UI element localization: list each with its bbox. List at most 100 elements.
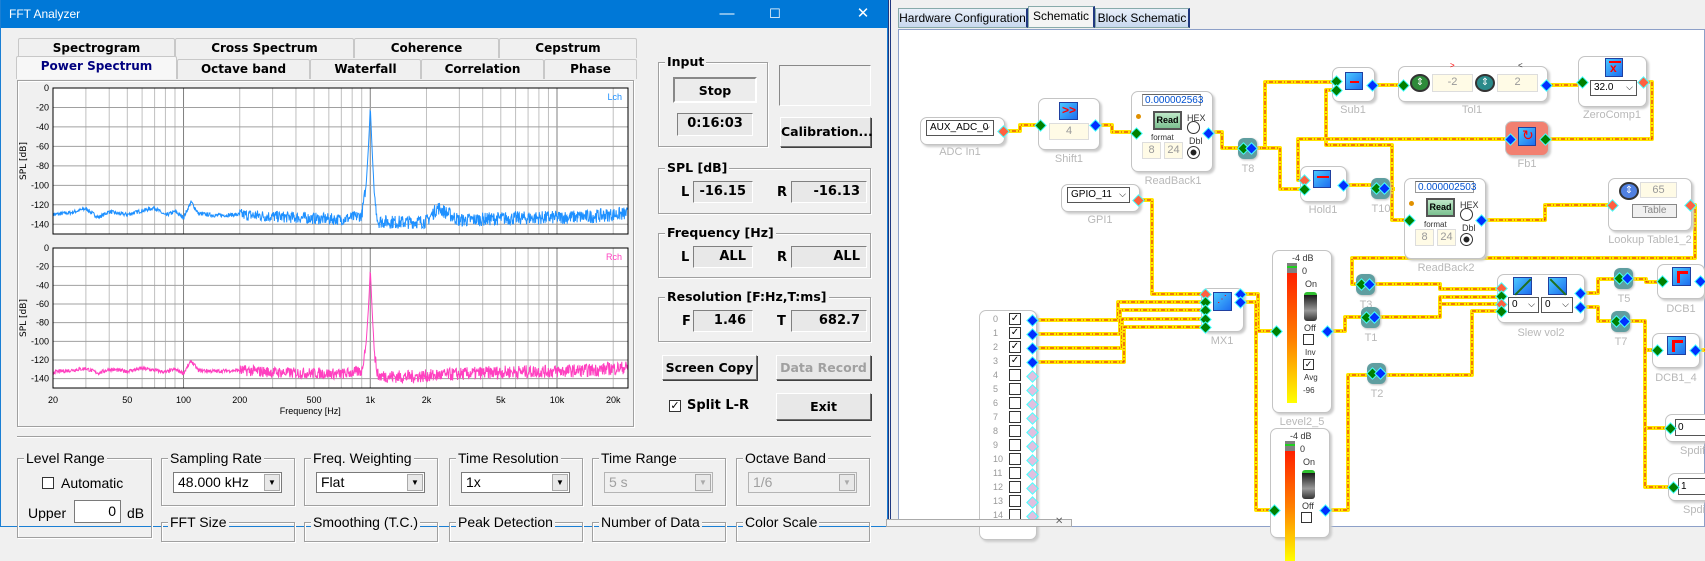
block-label: Lookup Table1_2 [1600,234,1700,246]
exit-button[interactable]: Exit [776,393,871,420]
maximize-button[interactable]: ☐ [753,0,797,28]
dropdown-4[interactable]: 1/6▼ [748,472,857,493]
tab-block-schematic[interactable]: Block Schematic [1095,8,1190,28]
tab-coherence[interactable]: Coherence [354,38,499,58]
on-off-toggle[interactable] [1304,292,1317,321]
hex-radio[interactable] [1460,208,1473,221]
gpio-dropdown[interactable]: GPIO_11⌵ [1067,187,1130,203]
tab-phase[interactable]: Phase [544,59,637,79]
minimize-button[interactable]: — [705,0,749,28]
close-button[interactable]: ✕ [841,0,885,28]
tab-cepstrum[interactable]: Cepstrum [499,38,637,58]
channel-number: 12 [993,482,1003,492]
lookup-index[interactable]: 65 [1640,182,1677,198]
read-button[interactable]: Read [1153,111,1182,130]
res-t-label: T [777,314,786,329]
group-title: Time Range [599,450,679,466]
tab-waterfall[interactable]: Waterfall [310,59,421,79]
stop-button[interactable]: Stop [673,77,757,103]
format-int-bits[interactable]: 8 [1415,229,1434,246]
dropdown-2[interactable]: 1x▼ [461,472,570,493]
x-tick-label: 2k [422,395,432,405]
channel-checkbox[interactable] [1009,467,1021,479]
group-title: Color Scale [743,514,819,530]
channel-checkbox[interactable] [1009,411,1021,423]
channel-checkbox[interactable] [1009,439,1021,451]
data-record-button[interactable]: Data Record [776,355,871,380]
tab-spectrogram[interactable]: Spectrogram [18,38,175,58]
invert-checkbox[interactable] [1301,512,1312,523]
channel-list-block[interactable] [979,310,1037,540]
tab-power-spectrum[interactable]: Power Spectrum [16,56,177,79]
tolerance-high[interactable]: 2 [1497,74,1538,92]
channel-checkbox[interactable] [1009,495,1021,507]
chevron-down-icon: ⌵ [1528,297,1535,311]
tab-cross-spectrum[interactable]: Cross Spectrum [175,38,354,58]
tolerance-low[interactable]: -2 [1432,74,1473,92]
high-knob-icon[interactable]: ⇕ [1475,74,1495,92]
channel-checkbox[interactable]: ✓ [1009,313,1021,325]
dc-block-icon [1672,267,1691,286]
tab-hardware-configuration[interactable]: Hardware Configuration [898,8,1028,28]
spl-l-value: -16.15 [693,181,753,203]
channel-checkbox[interactable] [1009,425,1021,437]
tab-octave-band[interactable]: Octave band [177,59,310,79]
res-f-label: F [682,314,691,329]
channel-checkbox[interactable] [1009,369,1021,381]
dropdown-value: AUX_ADC_0 [930,122,988,133]
upper-level-input[interactable]: 0 [74,500,121,523]
invert-checkbox[interactable] [1303,334,1314,345]
dropdown-value: 1x [466,474,481,490]
channel-checkbox[interactable] [1009,383,1021,395]
automatic-checkbox[interactable] [42,477,54,489]
group-title: FFT Size [168,514,229,530]
table-button[interactable]: Table [1632,204,1677,218]
off-label: Off [1304,323,1316,333]
channel-number: 6 [993,398,998,408]
format-int-bits[interactable]: 8 [1142,142,1161,159]
adc-source-dropdown[interactable]: AUX_ADC_0⌵ [926,120,994,136]
popup-close-icon[interactable]: ✕ [1055,516,1063,527]
tab-schematic[interactable]: Schematic [1028,6,1095,28]
dbl-radio[interactable] [1460,233,1473,246]
format-frac-bits[interactable]: 24 [1437,229,1456,246]
low-knob-icon[interactable]: ⇕ [1410,74,1430,92]
channel-checkbox[interactable]: ✓ [1009,341,1021,353]
upper-unit: dB [127,505,144,521]
channel-checkbox[interactable] [1009,453,1021,465]
channel-number: 0 [993,314,998,324]
x-tick-label: 10k [550,395,565,405]
channel-checkbox[interactable]: ✓ [1009,355,1021,367]
channel-checkbox[interactable] [1009,481,1021,493]
slew-dropdown-a[interactable]: 0⌵ [1508,297,1539,313]
split-lr-checkbox[interactable]: ✓ [669,400,681,412]
slew-dropdown-b[interactable]: 0⌵ [1541,297,1573,313]
level-meter-bar [1287,263,1297,403]
block-label: Shift1 [1019,153,1119,165]
dropdown-3[interactable]: 5 s▼ [604,472,713,493]
y-tick-label: -40 [36,122,49,132]
frequency-title: Frequency [Hz] [665,225,776,240]
dropdown-1[interactable]: Flat▼ [316,472,425,493]
dropdown-0[interactable]: 48.000 kHz▼ [173,472,282,493]
y-tick-label: -140 [31,219,49,229]
calibration-button[interactable]: Calibration... [780,117,871,147]
block-label: Level2_5 [1252,416,1352,428]
hex-radio[interactable] [1187,121,1200,134]
dropdown-value: Flat [321,474,344,490]
shift-value[interactable]: 4 [1049,123,1089,140]
popup-window: ✕ [886,519,1072,527]
tab-correlation[interactable]: Correlation [421,59,544,79]
zerocomp-dropdown[interactable]: 32.0⌵ [1590,80,1637,96]
average-checkbox[interactable]: ✓ [1303,359,1314,370]
dbl-radio[interactable] [1187,146,1200,159]
screen-copy-button[interactable]: Screen Copy [662,355,757,380]
channel-checkbox[interactable]: ✓ [1009,327,1021,339]
format-frac-bits[interactable]: 24 [1164,142,1183,159]
lookup-knob-icon[interactable]: ⇕ [1619,182,1639,200]
spdif-channel-input[interactable]: 1 [1678,478,1705,495]
channel-checkbox[interactable] [1009,397,1021,409]
on-off-toggle[interactable] [1302,470,1315,499]
spdif-channel-input[interactable]: 0 [1675,419,1705,436]
channel-number: 11 [993,468,1002,478]
